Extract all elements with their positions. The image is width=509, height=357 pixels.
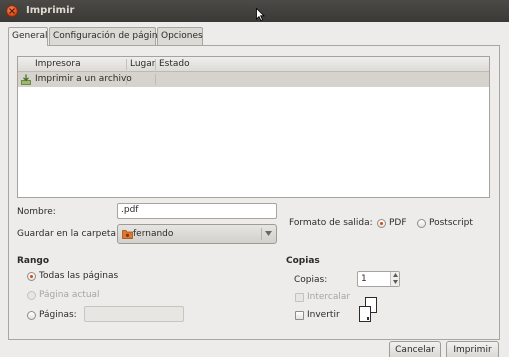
- reverse-label: Invertir: [307, 310, 340, 320]
- spin-down-icon[interactable]: [393, 280, 398, 284]
- printer-list-header: Impresora Lugar Estado: [18, 57, 489, 72]
- pages-label: Páginas:: [39, 310, 77, 320]
- pdf-label: PDF: [389, 218, 407, 228]
- range-heading: Rango: [17, 256, 50, 266]
- printer-name: Imprimir a un archivo: [35, 74, 132, 84]
- tab-label: General: [12, 31, 48, 41]
- spin-buttons[interactable]: [390, 272, 399, 286]
- collate-label: Intercalar: [307, 292, 351, 302]
- pages-input[interactable]: [84, 306, 184, 322]
- collate-pages-icon: [359, 297, 377, 322]
- output-format-label: Formato de salida:: [289, 218, 373, 228]
- reverse-checkbox[interactable]: [295, 311, 304, 320]
- folder-value: fernando: [133, 229, 174, 239]
- tab-label: Configuración de página: [53, 31, 164, 41]
- combo-separator: [261, 228, 262, 240]
- folder-icon: [122, 230, 133, 239]
- copies-heading: Copias: [286, 256, 320, 266]
- column-separator: [155, 59, 156, 70]
- copies-label: Copias:: [294, 275, 328, 285]
- window-title: Imprimir: [26, 5, 75, 16]
- cancel-button[interactable]: Cancelar: [389, 341, 441, 357]
- pages-radio[interactable]: [27, 311, 36, 320]
- column-header-status[interactable]: Estado: [159, 58, 190, 71]
- column-separator: [155, 74, 156, 85]
- close-icon[interactable]: [6, 5, 18, 17]
- pdf-radio[interactable]: [377, 219, 386, 228]
- tab-label: Opciones: [161, 31, 203, 41]
- title-bar: Imprimir: [0, 0, 509, 22]
- copies-spinbutton[interactable]: 1: [357, 271, 400, 287]
- folder-label: Guardar en la carpeta:: [17, 229, 119, 239]
- tab-page-setup[interactable]: Configuración de página: [49, 27, 163, 45]
- tab-options[interactable]: Opciones: [157, 27, 203, 45]
- all-pages-radio[interactable]: [27, 272, 36, 281]
- all-pages-label: Todas las páginas: [39, 271, 119, 281]
- tab-general[interactable]: General: [8, 27, 48, 46]
- current-page-label: Página actual: [39, 290, 100, 300]
- column-header-printer[interactable]: Impresora: [35, 58, 81, 71]
- postscript-label: Postscript: [429, 218, 473, 228]
- printer-list[interactable]: Impresora Lugar Estado Imprimir a un arc…: [17, 56, 490, 198]
- name-input[interactable]: .pdf: [117, 203, 277, 219]
- chevron-down-icon: [265, 231, 272, 236]
- name-label: Nombre:: [17, 207, 56, 217]
- table-row[interactable]: Imprimir a un archivo: [18, 72, 489, 87]
- spin-up-icon[interactable]: [393, 273, 398, 277]
- column-header-location[interactable]: Lugar: [130, 58, 156, 71]
- print-button[interactable]: Imprimir: [446, 341, 499, 357]
- postscript-radio[interactable]: [417, 219, 426, 228]
- column-separator: [126, 74, 127, 85]
- copies-value: 1: [361, 274, 367, 284]
- current-page-radio: [27, 291, 36, 300]
- file-download-icon: [21, 74, 31, 85]
- collate-checkbox: [295, 293, 304, 302]
- folder-combobox[interactable]: fernando: [117, 224, 277, 244]
- mouse-cursor-icon: [256, 8, 265, 21]
- column-separator: [126, 59, 127, 70]
